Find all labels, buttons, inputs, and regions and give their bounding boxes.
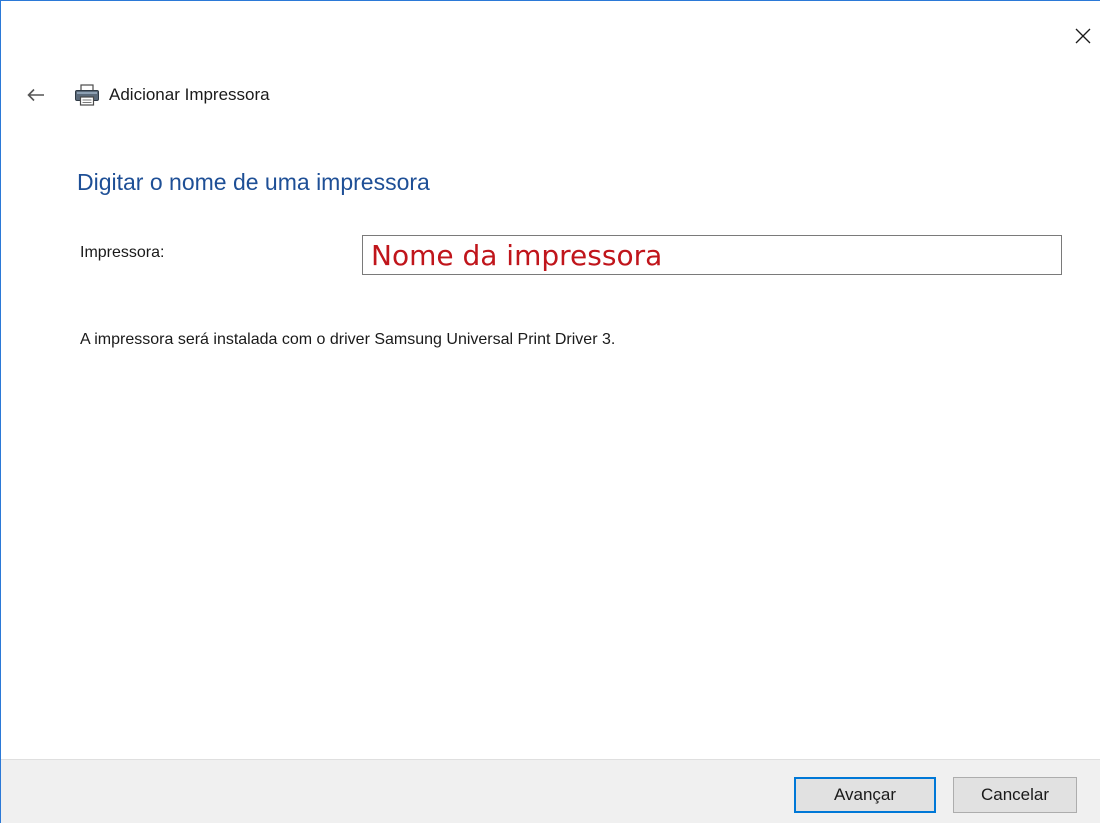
cancel-button[interactable]: Cancelar — [953, 777, 1077, 813]
back-arrow-icon — [27, 88, 44, 102]
printer-icon — [73, 83, 101, 107]
close-icon — [1075, 28, 1091, 44]
printer-name-input[interactable] — [362, 235, 1062, 275]
printer-name-label: Impressora: — [80, 244, 165, 261]
wizard-title: Adicionar Impressora — [109, 85, 270, 104]
driver-info-text: A impressora será instalada com o driver… — [80, 331, 616, 348]
page-heading: Digitar o nome de uma impressora — [77, 169, 430, 195]
wizard-header: Adicionar Impressora — [23, 80, 270, 110]
footer-bar: Avançar Cancelar — [1, 759, 1100, 823]
next-button[interactable]: Avançar — [794, 777, 936, 813]
add-printer-window: Adicionar Impressora Digitar o nome de u… — [0, 0, 1100, 823]
back-button[interactable] — [23, 82, 49, 108]
close-button[interactable] — [1066, 19, 1100, 53]
